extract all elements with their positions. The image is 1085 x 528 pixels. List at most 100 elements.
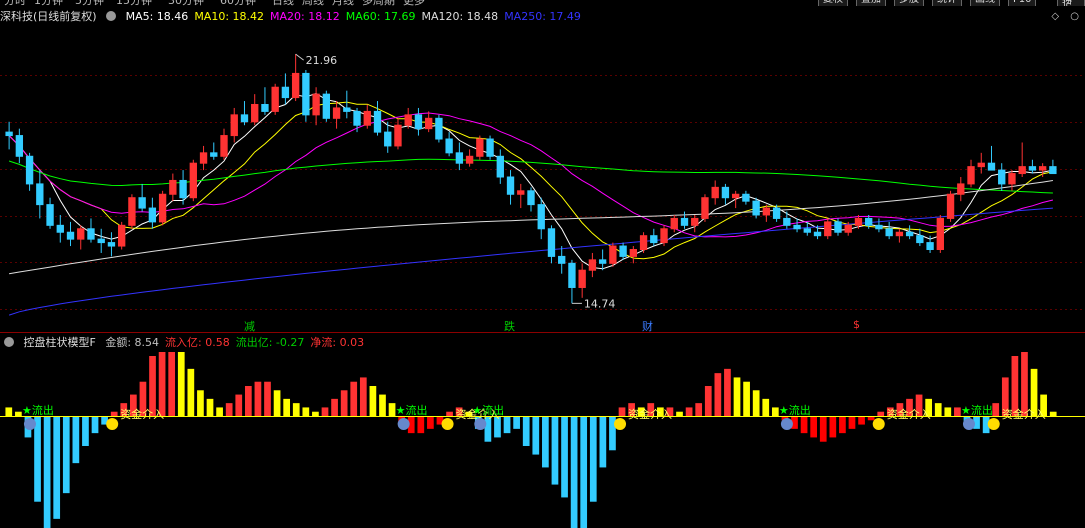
candle[interactable] bbox=[558, 246, 566, 274]
candle[interactable] bbox=[517, 183, 525, 209]
candle[interactable] bbox=[619, 242, 627, 260]
candle[interactable] bbox=[281, 73, 290, 105]
candle[interactable] bbox=[639, 232, 648, 253]
candle[interactable] bbox=[609, 242, 617, 267]
candle[interactable] bbox=[15, 128, 24, 164]
candle[interactable] bbox=[957, 177, 965, 202]
candle[interactable] bbox=[650, 228, 658, 247]
toolbar-button-0[interactable]: 复权 bbox=[818, 0, 848, 6]
candlestick-chart[interactable]: 21.96 14.74 bbox=[0, 28, 1085, 328]
candle[interactable] bbox=[711, 180, 719, 205]
candle[interactable] bbox=[230, 107, 238, 143]
candle[interactable] bbox=[128, 194, 136, 229]
period-tab-3[interactable]: 15分钟 bbox=[116, 0, 152, 6]
candle[interactable] bbox=[1049, 159, 1057, 175]
candle[interactable] bbox=[271, 83, 279, 115]
candle[interactable] bbox=[169, 173, 177, 202]
candle[interactable] bbox=[251, 94, 259, 126]
candle[interactable] bbox=[138, 183, 146, 212]
candle[interactable] bbox=[435, 114, 443, 143]
candle[interactable] bbox=[373, 101, 382, 136]
candle[interactable] bbox=[721, 183, 730, 205]
candle[interactable] bbox=[404, 107, 412, 129]
toolbar-button-3[interactable]: 统计 bbox=[932, 0, 962, 6]
diamond-icon[interactable]: ◇ bbox=[1051, 11, 1059, 22]
candle[interactable] bbox=[998, 163, 1006, 191]
period-tab-6[interactable]: 日线 bbox=[272, 0, 294, 6]
period-tab-2[interactable]: 5分钟 bbox=[75, 0, 104, 6]
period-tab-1[interactable]: 1分钟 bbox=[34, 0, 63, 6]
candle[interactable] bbox=[46, 197, 54, 229]
candle[interactable] bbox=[916, 228, 924, 247]
candle[interactable] bbox=[220, 128, 228, 160]
candle[interactable] bbox=[967, 159, 975, 188]
candle[interactable] bbox=[568, 259, 576, 304]
candle[interactable] bbox=[783, 211, 791, 229]
candle[interactable] bbox=[97, 228, 105, 253]
candle[interactable] bbox=[261, 87, 269, 115]
candle[interactable] bbox=[465, 149, 474, 167]
candle[interactable] bbox=[291, 54, 300, 102]
candle[interactable] bbox=[742, 190, 750, 205]
candle[interactable] bbox=[772, 204, 781, 222]
candle[interactable] bbox=[588, 252, 597, 278]
candle[interactable] bbox=[107, 232, 116, 257]
candle[interactable] bbox=[731, 190, 740, 209]
circle-icon[interactable]: ○ bbox=[1070, 11, 1079, 22]
candle[interactable] bbox=[506, 170, 515, 205]
toolbar-button-5[interactable]: F10 bbox=[1008, 0, 1037, 6]
candle[interactable] bbox=[210, 142, 218, 160]
indicator-settings-icon[interactable] bbox=[4, 337, 14, 347]
candle[interactable] bbox=[1018, 142, 1026, 177]
candle[interactable] bbox=[56, 214, 64, 243]
candle[interactable] bbox=[496, 149, 504, 184]
candle[interactable] bbox=[660, 225, 668, 247]
candle[interactable] bbox=[752, 197, 760, 219]
toolbar-button-1[interactable]: 叠加 bbox=[856, 0, 886, 6]
candle[interactable] bbox=[936, 214, 944, 253]
candle[interactable] bbox=[1008, 170, 1016, 191]
candle[interactable] bbox=[691, 214, 699, 233]
candle[interactable] bbox=[987, 145, 996, 171]
candle[interactable] bbox=[824, 218, 832, 240]
candle[interactable] bbox=[946, 190, 955, 222]
candle[interactable] bbox=[332, 101, 341, 129]
period-tab-0[interactable]: 分时 bbox=[4, 0, 26, 6]
candle[interactable] bbox=[353, 107, 361, 133]
candle[interactable] bbox=[189, 159, 197, 202]
candle[interactable] bbox=[199, 145, 208, 171]
candle[interactable] bbox=[875, 218, 883, 233]
toolbar-button-6[interactable]: 标记 bbox=[1057, 0, 1085, 6]
candle[interactable] bbox=[445, 132, 453, 157]
period-tab-10[interactable]: 更多 bbox=[403, 0, 425, 6]
candle[interactable] bbox=[87, 218, 95, 243]
candle[interactable] bbox=[77, 225, 85, 250]
indicator-name[interactable]: 控盘柱状模型F bbox=[24, 336, 96, 349]
settings-circle-icon[interactable] bbox=[106, 11, 117, 21]
candle[interactable] bbox=[414, 107, 423, 136]
candle[interactable] bbox=[36, 170, 44, 219]
candle[interactable] bbox=[578, 263, 586, 298]
candle[interactable] bbox=[598, 249, 607, 271]
candle[interactable] bbox=[537, 197, 545, 240]
candle[interactable] bbox=[158, 190, 167, 226]
candle[interactable] bbox=[701, 194, 709, 222]
candle[interactable] bbox=[977, 152, 985, 174]
candle[interactable] bbox=[527, 187, 535, 212]
candle[interactable] bbox=[486, 135, 494, 160]
candle[interactable] bbox=[885, 221, 893, 240]
event-marker-3[interactable]: $ bbox=[851, 318, 862, 331]
candle[interactable] bbox=[302, 69, 310, 122]
candle[interactable] bbox=[363, 104, 371, 129]
period-tab-4[interactable]: 30分钟 bbox=[168, 0, 204, 6]
candle[interactable] bbox=[148, 197, 157, 229]
candle[interactable] bbox=[25, 152, 34, 191]
candle[interactable] bbox=[547, 225, 556, 264]
candle[interactable] bbox=[312, 87, 320, 126]
candle[interactable] bbox=[240, 101, 249, 126]
toolbar-button-2[interactable]: 多股 bbox=[894, 0, 924, 6]
period-tab-8[interactable]: 月线 bbox=[332, 0, 354, 6]
candle[interactable] bbox=[384, 121, 392, 153]
stock-title[interactable]: 深科技(日线前复权) bbox=[0, 10, 97, 23]
indicator-chart[interactable]: ★流出 资金介入 ★流出 资金介入★流出 资金介入 ★流出 资金介入 ★流出 资金介入 bbox=[0, 352, 1085, 528]
